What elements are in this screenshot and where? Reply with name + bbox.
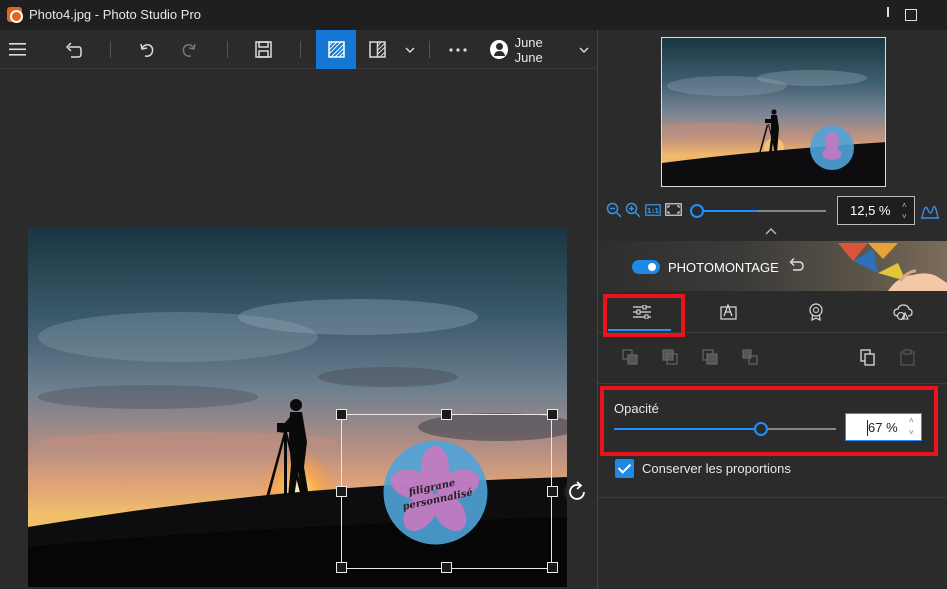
rotate-icon [564, 479, 590, 505]
zoom-controls: 1:1 12,5 % ˄ ˅ [598, 195, 947, 225]
user-name: June June [514, 34, 543, 65]
window-title: Photo4.jpg - Photo Studio Pro [29, 7, 202, 22]
actual-size-icon[interactable]: 1:1 [645, 204, 661, 216]
menu-button[interactable] [0, 30, 34, 69]
resize-handle-right[interactable] [547, 486, 558, 497]
reset-icon[interactable] [788, 257, 804, 273]
view-mode-dropdown[interactable] [399, 30, 421, 69]
maximize-button[interactable] [902, 5, 922, 25]
rotate-handle[interactable] [563, 478, 591, 506]
copy-icon[interactable] [860, 349, 876, 366]
undo-history-button[interactable] [58, 30, 88, 69]
zoom-in-icon[interactable] [625, 202, 641, 218]
layer-arrange-toolbar [598, 333, 947, 383]
user-menu-dropdown[interactable] [576, 30, 592, 69]
user-icon [490, 40, 508, 59]
svg-text:1:1: 1:1 [647, 207, 660, 215]
photomontage-header: PHOTOMONTAGE [598, 241, 947, 291]
tab-shapes[interactable] [859, 292, 946, 332]
paste-icon[interactable] [900, 349, 915, 366]
photomontage-toggle[interactable] [632, 260, 660, 274]
resize-handle-top-left[interactable] [336, 409, 347, 420]
view-single-icon [327, 41, 345, 58]
resize-handle-top-right[interactable] [547, 409, 558, 420]
watermark-logo[interactable]: filigrane personnalisé [383, 440, 488, 545]
app-window: Photo4.jpg - Photo Studio Pro June June … [0, 0, 947, 589]
save-button[interactable] [248, 30, 278, 69]
resize-handle-bottom-left[interactable] [336, 562, 347, 573]
chevron-down-icon [579, 47, 589, 53]
photomontage-title: PHOTOMONTAGE [668, 260, 779, 275]
send-to-back-icon[interactable] [742, 349, 758, 365]
more-button[interactable] [443, 30, 473, 69]
menu-icon [8, 43, 26, 56]
resize-handle-left[interactable] [336, 486, 347, 497]
undo-button[interactable] [132, 30, 162, 69]
save-icon [254, 41, 272, 58]
zoom-spinner[interactable]: ˄ ˅ [902, 200, 911, 222]
send-backward-icon[interactable] [702, 349, 718, 365]
chevron-down-icon [405, 47, 415, 53]
shapes-icon [892, 303, 913, 320]
tab-bar [598, 292, 947, 337]
bring-forward-icon[interactable] [662, 349, 678, 365]
zoom-slider-thumb[interactable] [690, 204, 704, 218]
text-icon [719, 304, 737, 320]
redo-icon [182, 43, 196, 57]
opacity-highlight [600, 386, 938, 456]
redo-button[interactable] [174, 30, 204, 69]
bring-to-front-icon[interactable] [622, 349, 638, 365]
user-account-button[interactable]: June June [490, 30, 570, 69]
app-logo-icon [7, 7, 23, 23]
minimize-button[interactable] [879, 5, 899, 25]
tab-text[interactable] [685, 292, 772, 332]
resize-handle-top[interactable] [441, 409, 452, 420]
resize-handle-bottom-right[interactable] [547, 562, 558, 573]
zoom-input[interactable]: 12,5 % ˄ ˅ [837, 196, 915, 225]
toolbar: June June [0, 30, 598, 69]
chevron-up-icon[interactable] [765, 227, 777, 235]
keep-ratio-checkbox[interactable]: Conserver les proportions [615, 459, 791, 478]
view-single-button[interactable] [316, 30, 356, 69]
undo-icon [140, 43, 154, 57]
opacity-section: Opacité 67 % ˄ ˅ Conserver les proportion… [598, 383, 947, 498]
zoom-value: 12,5 % [850, 203, 891, 218]
view-split-icon [368, 41, 386, 58]
zoom-slider-fill [698, 210, 758, 212]
tab-adjust-highlight [603, 294, 685, 337]
title-bar: Photo4.jpg - Photo Studio Pro [0, 0, 947, 30]
right-panel: 1:1 12,5 % ˄ ˅ PHOTOMONTAGE Opacité 67 %… [598, 30, 947, 589]
checkbox-checked-icon[interactable] [615, 459, 634, 478]
fit-to-screen-icon[interactable] [665, 203, 682, 216]
histogram-icon[interactable] [920, 200, 940, 220]
view-split-button[interactable] [362, 30, 392, 69]
tab-badge[interactable] [772, 292, 859, 332]
keep-ratio-label: Conserver les proportions [642, 461, 791, 476]
resize-handle-bottom[interactable] [441, 562, 452, 573]
zoom-out-icon[interactable] [606, 202, 622, 218]
navigator-thumbnail[interactable] [661, 37, 886, 187]
canvas-area[interactable]: filigrane personnalisé [0, 70, 598, 589]
more-icon [449, 47, 467, 52]
badge-icon [808, 303, 823, 321]
tangram-hand-image [838, 243, 947, 291]
undo-history-icon [65, 41, 82, 58]
